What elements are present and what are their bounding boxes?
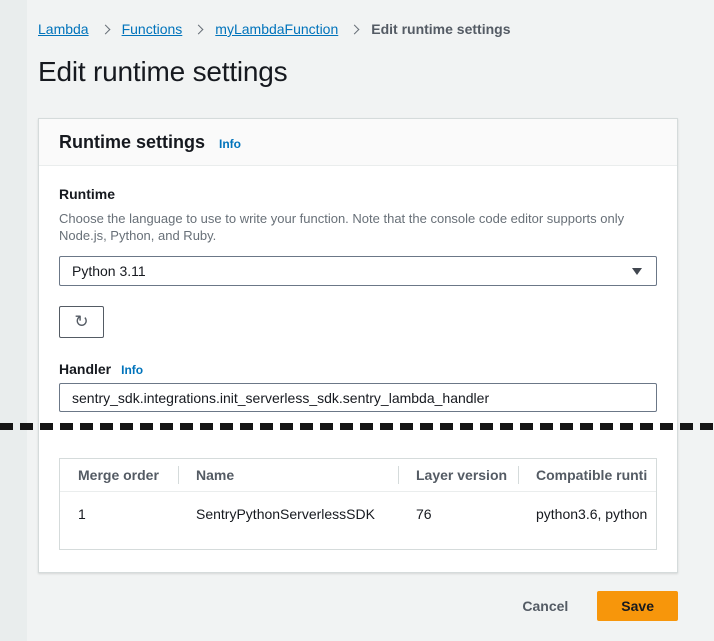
- refresh-icon: ↻: [74, 314, 88, 331]
- breadcrumb-function-name-link[interactable]: myLambdaFunction: [215, 21, 338, 37]
- breadcrumb-current-page: Edit runtime settings: [371, 21, 510, 37]
- panel-title: Runtime settings: [59, 132, 205, 153]
- cell-merge-order: 1: [60, 492, 178, 549]
- runtime-select[interactable]: Python 3.11: [59, 256, 657, 286]
- breadcrumb-functions-link[interactable]: Functions: [122, 21, 183, 37]
- column-header-merge-order: Merge order: [60, 459, 178, 491]
- panel-body: Runtime Choose the language to use to wr…: [39, 166, 677, 572]
- page-left-gutter: [0, 0, 27, 641]
- page-title: Edit runtime settings: [38, 56, 287, 88]
- chevron-down-icon: [632, 268, 642, 275]
- layers-table: Merge order Name Layer version Compatibl…: [59, 458, 657, 550]
- footer-actions: Cancel Save: [522, 591, 678, 621]
- cancel-button[interactable]: Cancel: [522, 598, 568, 614]
- breadcrumb-chevron-icon: [350, 24, 360, 34]
- handler-info-link[interactable]: Info: [121, 363, 143, 377]
- runtime-field-label: Runtime: [59, 186, 115, 202]
- runtime-field-description: Choose the language to use to write your…: [59, 210, 661, 244]
- column-header-compatible-runtimes: Compatible runti: [518, 459, 656, 491]
- breadcrumb-lambda-link[interactable]: Lambda: [38, 21, 89, 37]
- column-header-name: Name: [178, 459, 398, 491]
- cell-compatible-runtimes: python3.6, python: [518, 492, 656, 549]
- runtime-select-value: Python 3.11: [72, 263, 146, 279]
- panel-header: Runtime settings Info: [39, 119, 677, 166]
- breadcrumb: Lambda Functions myLambdaFunction Edit r…: [38, 21, 510, 37]
- layers-table-header-row: Merge order Name Layer version Compatibl…: [60, 459, 656, 492]
- table-row: 1 SentryPythonServerlessSDK 76 python3.6…: [60, 492, 656, 549]
- cell-layer-version: 76: [398, 492, 518, 549]
- column-header-layer-version: Layer version: [398, 459, 518, 491]
- handler-input[interactable]: [59, 383, 657, 412]
- refresh-runtimes-button[interactable]: ↻: [59, 306, 104, 338]
- save-button[interactable]: Save: [597, 591, 678, 621]
- cell-layer-name: SentryPythonServerlessSDK: [178, 492, 398, 549]
- panel-info-link[interactable]: Info: [219, 137, 241, 151]
- runtime-settings-panel: Runtime settings Info Runtime Choose the…: [38, 118, 678, 573]
- handler-label-row: Handler Info: [59, 361, 657, 377]
- breadcrumb-chevron-icon: [100, 24, 110, 34]
- handler-field-label: Handler: [59, 361, 111, 377]
- breadcrumb-chevron-icon: [194, 24, 204, 34]
- dashed-cut-line: [0, 423, 714, 430]
